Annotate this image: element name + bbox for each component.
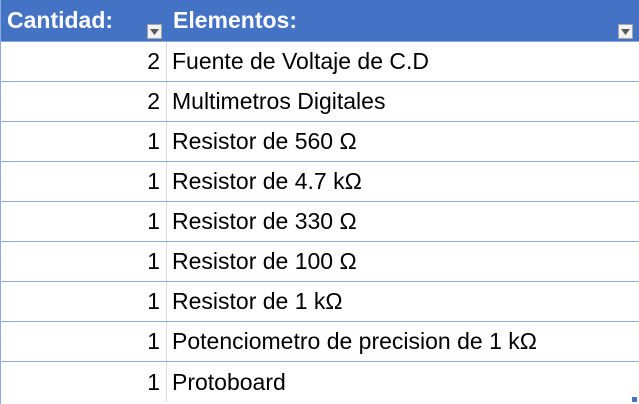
filter-dropdown-icon[interactable] bbox=[147, 24, 162, 39]
qty-cell[interactable]: 1 bbox=[1, 282, 167, 321]
item-cell[interactable]: Protoboard bbox=[167, 362, 639, 402]
table-row: 2 Fuente de Voltaje de C.D bbox=[1, 42, 639, 82]
filter-dropdown-icon[interactable] bbox=[618, 24, 633, 39]
table-header: Cantidad: Elementos: bbox=[1, 0, 639, 42]
table-row: 1 Resistor de 330 Ω bbox=[1, 202, 639, 242]
table-row: 1 Resistor de 4.7 kΩ bbox=[1, 162, 639, 202]
qty-cell[interactable]: 2 bbox=[1, 82, 167, 121]
table-resize-handle[interactable] bbox=[632, 397, 637, 402]
item-cell[interactable]: Resistor de 560 Ω bbox=[167, 122, 639, 161]
item-cell[interactable]: Fuente de Voltaje de C.D bbox=[167, 42, 639, 81]
qty-cell[interactable]: 1 bbox=[1, 322, 167, 361]
components-table: Cantidad: Elementos: 2 Fuente de Voltaje… bbox=[0, 0, 639, 404]
table-row: 1 Resistor de 100 Ω bbox=[1, 242, 639, 282]
table-row: 1 Protoboard bbox=[1, 362, 639, 402]
qty-cell[interactable]: 1 bbox=[1, 122, 167, 161]
item-cell[interactable]: Resistor de 1 kΩ bbox=[167, 282, 639, 321]
item-cell[interactable]: Multimetros Digitales bbox=[167, 82, 639, 121]
table-row: 1 Resistor de 1 kΩ bbox=[1, 282, 639, 322]
table-row: 1 Resistor de 560 Ω bbox=[1, 122, 639, 162]
header-cell-elementos[interactable]: Elementos: bbox=[167, 0, 639, 41]
item-cell[interactable]: Resistor de 100 Ω bbox=[167, 242, 639, 281]
item-cell[interactable]: Potenciometro de precision de 1 kΩ bbox=[167, 322, 639, 361]
qty-cell[interactable]: 1 bbox=[1, 362, 167, 402]
qty-cell[interactable]: 1 bbox=[1, 242, 167, 281]
qty-cell[interactable]: 1 bbox=[1, 202, 167, 241]
qty-cell[interactable]: 1 bbox=[1, 162, 167, 201]
item-cell[interactable]: Resistor de 330 Ω bbox=[167, 202, 639, 241]
table-row: 1 Potenciometro de precision de 1 kΩ bbox=[1, 322, 639, 362]
qty-cell[interactable]: 2 bbox=[1, 42, 167, 81]
header-label-elementos: Elementos: bbox=[173, 7, 297, 33]
table-body: 2 Fuente de Voltaje de C.D 2 Multimetros… bbox=[1, 42, 639, 402]
header-label-cantidad: Cantidad: bbox=[7, 7, 114, 33]
table-row: 2 Multimetros Digitales bbox=[1, 82, 639, 122]
header-cell-cantidad[interactable]: Cantidad: bbox=[1, 0, 167, 41]
item-cell[interactable]: Resistor de 4.7 kΩ bbox=[167, 162, 639, 201]
